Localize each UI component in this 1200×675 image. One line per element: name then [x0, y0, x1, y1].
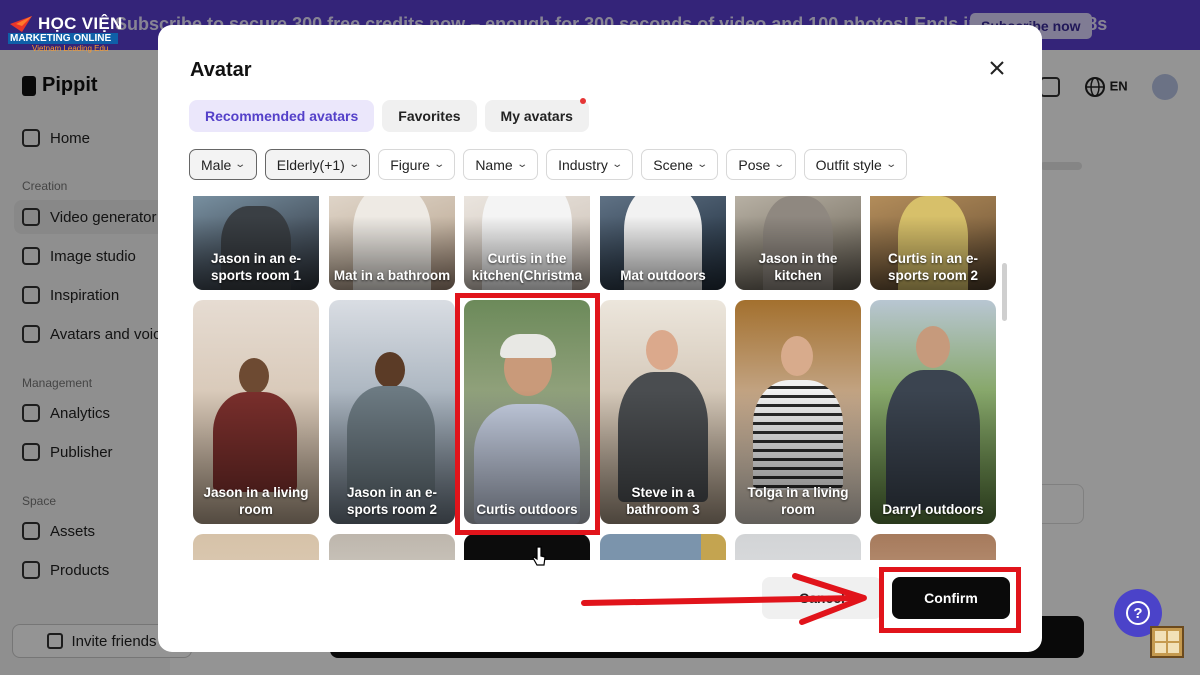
avatar-name: Mat outdoors	[620, 268, 706, 283]
avatar-card[interactable]	[193, 534, 319, 560]
filter-label: Outfit style	[815, 156, 882, 173]
chevron-down-icon: ⌄	[885, 159, 897, 170]
avatar-card[interactable]: Darryl outdoors	[870, 300, 996, 524]
chevron-down-icon: ⌄	[515, 159, 528, 170]
tab-my-avatars[interactable]: My avatars	[484, 98, 589, 132]
watermark-subtitle: MARKETING ONLINE	[8, 33, 118, 44]
avatar-name: Jason in an e-sports room 1	[210, 251, 302, 283]
chevron-down-icon: ⌄	[696, 159, 709, 170]
avatar-card-selected[interactable]: Curtis outdoors	[464, 300, 590, 524]
avatar-card[interactable]: Mat in a bathroom	[329, 196, 455, 290]
avatar-card[interactable]	[735, 534, 861, 560]
help-icon: ?	[1126, 601, 1150, 625]
filter-industry[interactable]: Industry ⌄	[546, 149, 634, 180]
avatar-modal: Avatar Recommended avatars Favorites My …	[158, 25, 1042, 652]
confirm-button[interactable]: Confirm	[892, 577, 1010, 619]
avatar-card[interactable]	[464, 534, 590, 560]
tab-recommended-avatars[interactable]: Recommended avatars	[189, 100, 375, 132]
filter-scene[interactable]: Scene ⌄	[641, 149, 719, 180]
avatar-name: Curtis outdoors	[476, 502, 578, 517]
avatar-name: Jason in an e-sports room 2	[346, 485, 438, 517]
filter-figure[interactable]: Figure ⌄	[378, 149, 456, 180]
avatar-name: Curtis in the kitchen(Christma	[471, 251, 583, 283]
filter-label: Scene	[653, 156, 693, 173]
filter-label: Pose	[738, 156, 771, 173]
avatar-figure	[646, 330, 678, 370]
filter-label: Male	[201, 156, 232, 173]
avatar-name: Jason in the kitchen	[758, 251, 838, 283]
chevron-down-icon: ⌄	[234, 159, 247, 170]
avatar-figure	[781, 336, 813, 376]
avatar-figure	[500, 334, 556, 358]
avatar-card[interactable]: Jason in an e-sports room 1	[193, 196, 319, 290]
close-icon	[990, 61, 1004, 75]
avatar-name: Curtis in an e-sports room 2	[887, 251, 979, 283]
avatar-name: Mat in a bathroom	[333, 268, 451, 283]
avatar-card[interactable]: Jason in the kitchen	[735, 196, 861, 290]
grid-scrollbar[interactable]	[1002, 263, 1007, 321]
filter-name[interactable]: Name ⌄	[463, 149, 539, 180]
avatar-card[interactable]	[870, 534, 996, 560]
tab-favorites[interactable]: Favorites	[382, 100, 477, 132]
avatar-name: Steve in a bathroom 3	[626, 485, 700, 517]
watermark-tagline: Vietnam Leading Edu	[32, 44, 109, 53]
avatar-name: Jason in a living room	[203, 485, 309, 517]
avatar-name: Darryl outdoors	[882, 502, 984, 517]
filter-age[interactable]: Elderly(+1) ⌄	[264, 149, 371, 180]
avatar-figure	[375, 352, 405, 388]
filter-gender[interactable]: Male ⌄	[189, 149, 257, 180]
watermark-logo: HỌC VIỆN MARKETING ONLINE Vietnam Leadin…	[8, 14, 123, 53]
cancel-button[interactable]: Cancel	[762, 577, 882, 619]
filter-pose[interactable]: Pose ⌄	[726, 149, 796, 180]
avatar-card[interactable]: Mat outdoors	[600, 196, 726, 290]
filter-bar: Male ⌄ Elderly(+1) ⌄ Figure ⌄ Name ⌄ Industr…	[189, 149, 908, 180]
notification-dot	[579, 98, 586, 104]
avatar-card[interactable]	[329, 534, 455, 560]
avatar-grid[interactable]: Jason in an e-sports room 1 Mat in a bat…	[193, 196, 1005, 560]
avatar-card[interactable]	[600, 534, 726, 560]
avatar-card[interactable]: Steve in a bathroom 3	[600, 300, 726, 524]
filter-outfit-style[interactable]: Outfit style ⌄	[803, 149, 908, 180]
avatar-tabs: Recommended avatars Favorites My avatars	[189, 98, 589, 132]
avatar-figure	[239, 358, 269, 394]
filter-label: Figure	[390, 156, 430, 173]
chevron-down-icon: ⌄	[611, 159, 623, 170]
chevron-down-icon: ⌄	[348, 159, 360, 170]
cursor-icon	[532, 546, 546, 566]
avatar-card[interactable]: Jason in an e-sports room 2	[329, 300, 455, 524]
modal-title: Avatar	[190, 59, 252, 81]
filter-label: Name	[475, 156, 513, 173]
avatar-card[interactable]: Curtis in the kitchen(Christma	[464, 196, 590, 290]
watermark-title: HỌC VIỆN	[38, 14, 123, 33]
filter-label: Industry	[558, 156, 608, 173]
watermark-logo-icon	[10, 16, 32, 32]
avatar-card[interactable]: Tolga in a living room	[735, 300, 861, 524]
filter-label: Elderly(+1)	[276, 156, 345, 173]
avatar-card[interactable]: Jason in a living room	[193, 300, 319, 524]
tab-label: My avatars	[500, 108, 573, 124]
chevron-down-icon: ⌄	[433, 159, 445, 170]
avatar-name: Tolga in a living room	[747, 485, 849, 517]
avatar-figure	[916, 326, 950, 368]
chevron-down-icon: ⌄	[773, 159, 786, 170]
close-button[interactable]	[986, 57, 1008, 79]
avatar-card[interactable]: Curtis in an e-sports room 2	[870, 196, 996, 290]
watermark-corner-icon	[1150, 626, 1184, 658]
